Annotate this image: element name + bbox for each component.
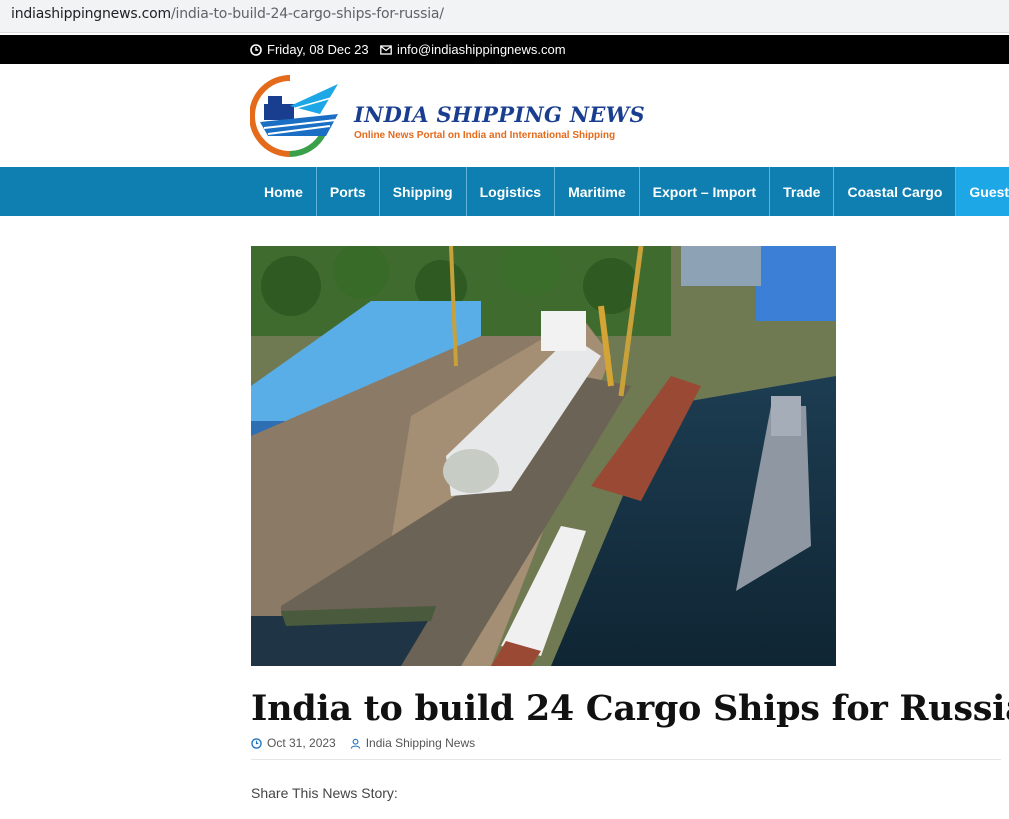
- url-text[interactable]: indiashippingnews.com/india-to-build-24-…: [11, 6, 444, 22]
- site-header: INDIA SHIPPING NEWS Online News Portal o…: [0, 64, 1009, 167]
- article-featured-image: [251, 246, 836, 666]
- logo-tagline: Online News Portal on India and Internat…: [354, 130, 616, 141]
- site-logo[interactable]: INDIA SHIPPING NEWS Online News Portal o…: [250, 74, 645, 158]
- share-label: Share This News Story:: [251, 785, 398, 801]
- article-date[interactable]: Oct 31, 2023: [267, 736, 336, 750]
- nav-item-export-import[interactable]: Export – Import: [640, 167, 771, 216]
- nav-item-ports[interactable]: Ports: [317, 167, 380, 216]
- logo-title: INDIA SHIPPING NEWS: [354, 102, 645, 127]
- url-path: /india-to-build-24-cargo-ships-for-russi…: [170, 6, 444, 22]
- nav-item-guest-column[interactable]: Guest Colu: [956, 167, 1009, 216]
- article-meta: Oct 31, 2023 India Shipping News: [251, 736, 475, 750]
- article-author[interactable]: India Shipping News: [366, 736, 475, 750]
- ship-emblem-icon: [250, 75, 339, 157]
- meta-divider: [251, 759, 1001, 760]
- article-title: India to build 24 Cargo Ships for Russia: [251, 688, 1009, 729]
- email-address: info@indiashippingnews.com: [397, 42, 566, 57]
- url-domain: indiashippingnews.com: [11, 6, 171, 22]
- nav-item-trade[interactable]: Trade: [770, 167, 835, 216]
- nav-item-logistics[interactable]: Logistics: [467, 167, 556, 216]
- user-icon: [350, 738, 360, 749]
- clock-icon: [250, 43, 262, 56]
- clock-icon: [251, 737, 262, 749]
- top-info-bar: Friday, 08 Dec 23 info@indiashippingnews…: [0, 35, 1009, 64]
- main-navigation: Home Ports Shipping Logistics Maritime E…: [0, 167, 1009, 216]
- nav-item-home[interactable]: Home: [251, 167, 317, 216]
- nav-item-coastal-cargo[interactable]: Coastal Cargo: [834, 167, 957, 216]
- date-display: Friday, 08 Dec 23: [250, 42, 369, 57]
- envelope-icon: [380, 44, 392, 55]
- nav-item-shipping[interactable]: Shipping: [380, 167, 467, 216]
- current-date: Friday, 08 Dec 23: [267, 42, 369, 57]
- email-link[interactable]: info@indiashippingnews.com: [380, 42, 566, 57]
- nav-item-maritime[interactable]: Maritime: [555, 167, 640, 216]
- browser-url-bar[interactable]: indiashippingnews.com/india-to-build-24-…: [0, 0, 1009, 33]
